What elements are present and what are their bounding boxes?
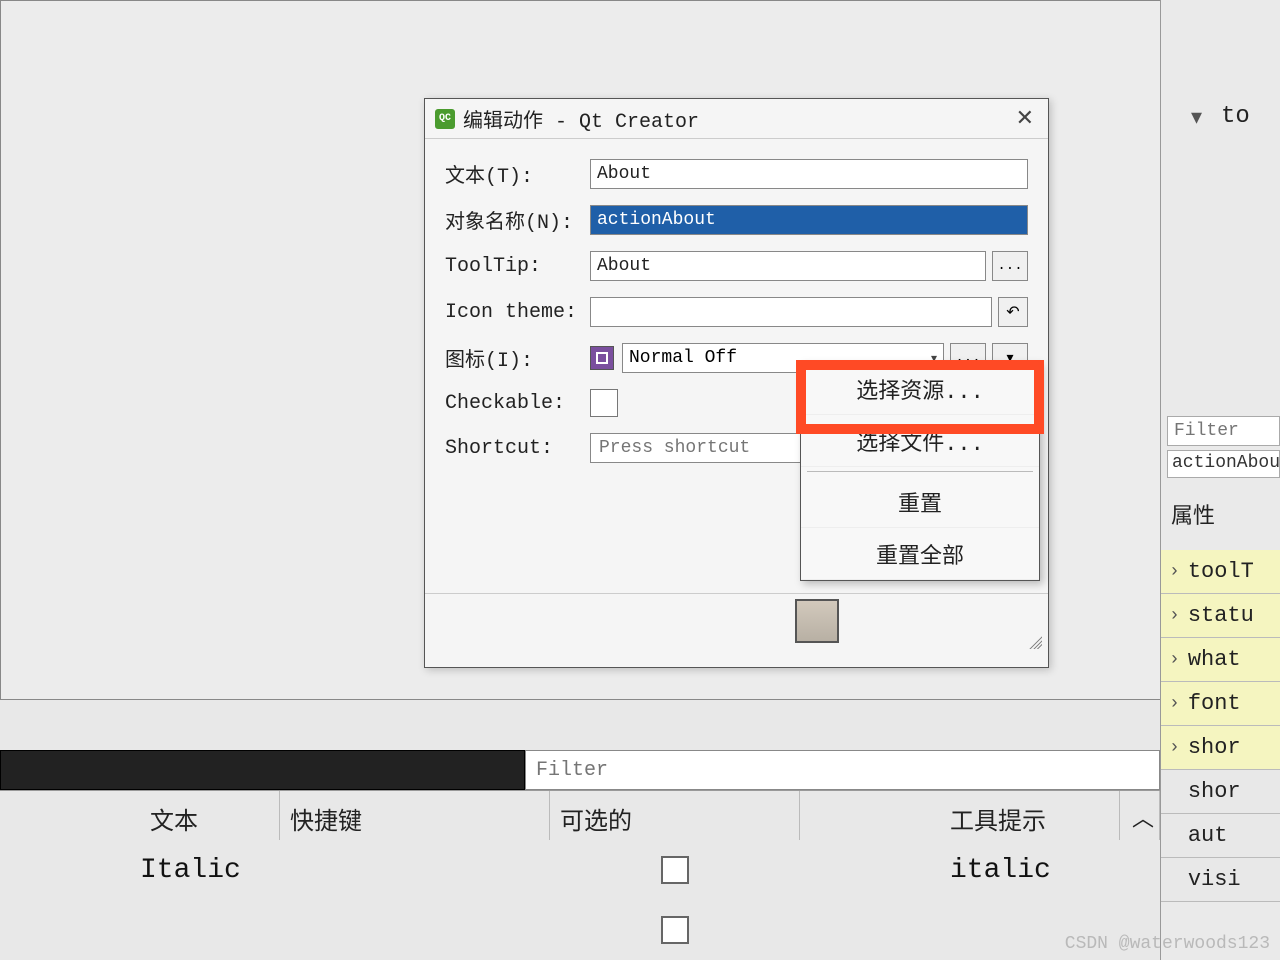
dialog-title: 编辑动作 - Qt Creator xyxy=(463,104,1012,134)
prop-row-tooltip[interactable]: ›toolT xyxy=(1161,550,1280,594)
chevron-right-icon: › xyxy=(1169,650,1180,670)
object-tree-label: to xyxy=(1221,103,1250,130)
dialog-titlebar[interactable]: QC 编辑动作 - Qt Creator ✕ xyxy=(425,99,1048,139)
label-shortcut: Shortcut: xyxy=(445,437,590,460)
chevron-down-icon[interactable]: ▾ xyxy=(1191,105,1202,131)
watermark: CSDN @waterwoods123 xyxy=(1065,934,1270,954)
prop-row-statustip[interactable]: ›statu xyxy=(1161,594,1280,638)
prop-row-shortcut[interactable]: ›shor xyxy=(1161,726,1280,770)
menu-reset[interactable]: 重置 xyxy=(801,476,1039,528)
action-toolbar xyxy=(0,750,1160,790)
action-filter-input[interactable] xyxy=(525,750,1160,790)
prop-row-visible[interactable]: visi xyxy=(1161,858,1280,902)
table-row[interactable] xyxy=(0,900,1160,960)
chevron-right-icon: › xyxy=(1169,694,1180,714)
checkbox-icon[interactable] xyxy=(661,856,689,884)
label-icon: 图标(I): xyxy=(445,343,590,373)
label-text: 文本(T): xyxy=(445,159,590,189)
scroll-up-icon[interactable]: ︿ xyxy=(1120,791,1160,840)
icon-large-preview xyxy=(795,599,839,643)
property-panel: ▾ to actionAbout 属性 ›toolT ›statu ›what … xyxy=(1160,0,1280,960)
chevron-right-icon: › xyxy=(1169,606,1180,626)
property-list: ›toolT ›statu ›what ›font ›shor shor aut… xyxy=(1161,550,1280,902)
property-header: 属性 xyxy=(1171,498,1215,530)
dialog-footer xyxy=(425,593,1048,653)
col-shortcut[interactable]: 快捷键 xyxy=(280,791,550,840)
menu-reset-all[interactable]: 重置全部 xyxy=(801,528,1039,580)
qt-logo-icon: QC xyxy=(435,109,455,129)
cell-checkable xyxy=(550,916,800,944)
checkbox-icon[interactable] xyxy=(661,916,689,944)
chevron-right-icon: › xyxy=(1169,738,1180,758)
action-editor: 文本 快捷键 可选的 工具提示 ︿ Italic italic xyxy=(0,750,1160,960)
col-tooltip[interactable]: 工具提示 xyxy=(800,791,1120,840)
prop-row-autorepeat[interactable]: aut xyxy=(1161,814,1280,858)
label-tooltip: ToolTip: xyxy=(445,255,590,278)
icon-theme-field[interactable] xyxy=(590,297,992,327)
tooltip-more-button[interactable]: ... xyxy=(992,251,1028,281)
col-text[interactable]: 文本 xyxy=(0,791,280,840)
object-name-field[interactable] xyxy=(590,205,1028,235)
label-checkable: Checkable: xyxy=(445,392,590,415)
cell-text: Italic xyxy=(0,855,280,886)
cell-checkable xyxy=(550,856,800,884)
checkable-checkbox[interactable] xyxy=(590,389,618,417)
property-filter-input[interactable] xyxy=(1167,416,1280,446)
tooltip-field[interactable] xyxy=(590,251,986,281)
resize-grip-icon[interactable] xyxy=(1026,633,1042,649)
chevron-right-icon: › xyxy=(1169,562,1180,582)
action-toolbar-buttons[interactable] xyxy=(0,750,525,790)
blank-icon xyxy=(1169,826,1180,846)
menu-choose-file[interactable]: 选择文件... xyxy=(801,415,1039,467)
blank-icon xyxy=(1169,870,1180,890)
close-icon[interactable]: ✕ xyxy=(1012,106,1038,132)
text-field[interactable] xyxy=(590,159,1028,189)
icon-source-menu: 选择资源... 选择文件... 重置 重置全部 xyxy=(800,362,1040,581)
menu-separator xyxy=(807,471,1033,472)
undo-icon: ↶ xyxy=(1006,302,1019,322)
label-object-name: 对象名称(N): xyxy=(445,205,590,235)
blank-icon xyxy=(1169,782,1180,802)
cell-tooltip: italic xyxy=(800,855,1160,886)
prop-row-font[interactable]: ›font xyxy=(1161,682,1280,726)
table-row[interactable]: Italic italic xyxy=(0,840,1160,900)
selected-action-name: actionAbout xyxy=(1167,450,1280,478)
menu-choose-resource[interactable]: 选择资源... xyxy=(801,363,1039,415)
action-table-header: 文本 快捷键 可选的 工具提示 ︿ xyxy=(0,790,1160,840)
col-checkable[interactable]: 可选的 xyxy=(550,791,800,840)
icon-preview-icon xyxy=(590,346,614,370)
label-icon-theme: Icon theme: xyxy=(445,301,590,324)
icon-theme-reset-button[interactable]: ↶ xyxy=(998,297,1028,327)
prop-row-whatsthis[interactable]: ›what xyxy=(1161,638,1280,682)
prop-row-shortcutcontext[interactable]: shor xyxy=(1161,770,1280,814)
